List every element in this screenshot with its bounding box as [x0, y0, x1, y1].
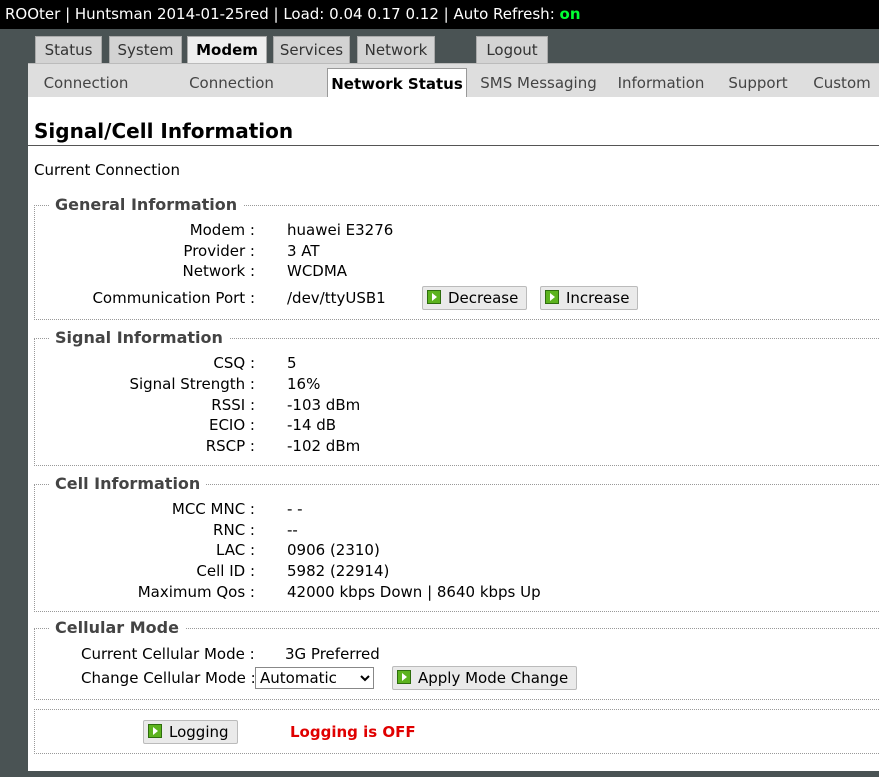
cell-id-value: 5982 (22914): [287, 562, 390, 580]
cell-id-label: Cell ID :: [196, 562, 255, 580]
cellular-mode-select[interactable]: Automatic: [255, 667, 374, 689]
communication-port-label: Communication Port :: [92, 289, 255, 307]
mcc-mnc-value: - -: [287, 500, 303, 518]
csq-value: 5: [287, 354, 297, 372]
rscp-label: RSCP :: [205, 437, 255, 455]
increase-button[interactable]: Increase: [540, 286, 639, 310]
rnc-label: RNC :: [213, 521, 255, 539]
lac-row: LAC : 0906 (2310): [35, 540, 879, 560]
cell-information-section: Cell Information MCC MNC : - - RNC : -- …: [34, 474, 879, 612]
decrease-button-label: Decrease: [448, 289, 519, 307]
play-icon: [545, 290, 559, 304]
mcc-mnc-row: MCC MNC : - -: [35, 499, 879, 519]
ecio-value: -14 dB: [287, 416, 337, 434]
current-connection-heading: Current Connection: [34, 161, 180, 179]
subtab-support[interactable]: Support: [720, 70, 796, 97]
logging-status: Logging is OFF: [290, 723, 416, 741]
tab-logout[interactable]: Logout: [476, 36, 548, 63]
ecio-row: ECIO : -14 dB: [35, 415, 879, 435]
signal-information-legend: Signal Information: [49, 328, 229, 347]
status-bar: ROOter | Huntsman 2014-01-25red | Load: …: [0, 0, 879, 29]
network-label: Network :: [182, 262, 255, 280]
cell-id-row: Cell ID : 5982 (22914): [35, 561, 879, 581]
change-cellular-mode-label: Change Cellular Mode :: [81, 669, 256, 687]
tab-modem[interactable]: Modem: [187, 36, 267, 64]
maximum-qos-label: Maximum Qos :: [137, 583, 255, 601]
apply-mode-change-label: Apply Mode Change: [418, 669, 569, 687]
subtab-connection-monitoring[interactable]: Connection Monitoring: [148, 70, 315, 119]
maximum-qos-row: Maximum Qos : 42000 kbps Down | 8640 kbp…: [35, 582, 879, 602]
status-bar-text: ROOter | Huntsman 2014-01-25red | Load: …: [5, 5, 560, 23]
logging-button[interactable]: Logging: [143, 720, 238, 744]
general-information-legend: General Information: [49, 195, 244, 214]
play-icon: [148, 724, 162, 738]
cellular-mode-legend: Cellular Mode: [49, 618, 185, 637]
modem-row: Modem : huawei E3276: [35, 220, 879, 240]
cell-information-legend: Cell Information: [49, 474, 207, 493]
network-row: Network : WCDMA: [35, 261, 879, 281]
tab-status[interactable]: Status: [35, 36, 102, 63]
provider-label: Provider :: [183, 242, 255, 260]
subtab-connection[interactable]: Connection: [36, 70, 136, 97]
rscp-row: RSCP : -102 dBm: [35, 436, 879, 456]
rssi-row: RSSI : -103 dBm: [35, 395, 879, 415]
provider-value: 3 AT: [287, 242, 320, 260]
lac-label: LAC :: [216, 541, 255, 559]
logging-section: Logging Logging is OFF: [34, 709, 879, 754]
current-cellular-mode-label: Current Cellular Mode :: [81, 645, 255, 663]
logging-button-label: Logging: [169, 723, 229, 741]
ecio-label: ECIO :: [208, 416, 255, 434]
csq-label: CSQ :: [213, 354, 255, 372]
communication-port-value: /dev/ttyUSB1: [287, 289, 386, 307]
signal-strength-label: Signal Strength :: [129, 375, 255, 393]
signal-strength-value: 16%: [287, 375, 321, 393]
tab-system[interactable]: System: [109, 36, 182, 63]
auto-refresh-toggle[interactable]: on: [560, 5, 581, 23]
current-cellular-mode-value: 3G Preferred: [285, 645, 380, 663]
provider-row: Provider : 3 AT: [35, 241, 879, 261]
content-panel: Signal/Cell Information Current Connecti…: [28, 97, 879, 771]
subtab-sms-messaging[interactable]: SMS Messaging: [476, 70, 601, 97]
decrease-button[interactable]: Decrease: [422, 286, 528, 310]
signal-information-section: Signal Information CSQ : 5 Signal Streng…: [34, 328, 879, 466]
csq-row: CSQ : 5: [35, 353, 879, 373]
rnc-value: --: [287, 521, 298, 539]
modem-value: huawei E3276: [287, 221, 394, 239]
rssi-value: -103 dBm: [287, 396, 361, 414]
rscp-value: -102 dBm: [287, 437, 361, 455]
page-title: Signal/Cell Information: [34, 119, 294, 143]
cellular-mode-section: Cellular Mode Current Cellular Mode : 3G…: [34, 618, 879, 700]
general-information-section: General Information Modem : huawei E3276…: [34, 195, 879, 320]
play-icon: [397, 670, 411, 684]
signal-strength-row: Signal Strength : 16%: [35, 374, 879, 394]
title-divider: [28, 145, 879, 146]
play-icon: [427, 290, 441, 304]
subtab-information[interactable]: Information: [612, 70, 710, 97]
maximum-qos-value: 42000 kbps Down | 8640 kbps Up: [287, 583, 541, 601]
modem-label: Modem :: [189, 221, 255, 239]
mcc-mnc-label: MCC MNC :: [171, 500, 255, 518]
increase-button-label: Increase: [566, 289, 630, 307]
tab-network[interactable]: Network: [357, 36, 435, 63]
apply-mode-change-button[interactable]: Apply Mode Change: [392, 666, 578, 690]
lac-value: 0906 (2310): [287, 541, 380, 559]
network-value: WCDMA: [287, 262, 348, 280]
tab-services[interactable]: Services: [273, 36, 350, 63]
subtab-network-status[interactable]: Network Status: [327, 68, 467, 98]
rnc-row: RNC : --: [35, 520, 879, 540]
rssi-label: RSSI :: [211, 396, 255, 414]
subtab-custom[interactable]: Custom: [808, 70, 876, 97]
